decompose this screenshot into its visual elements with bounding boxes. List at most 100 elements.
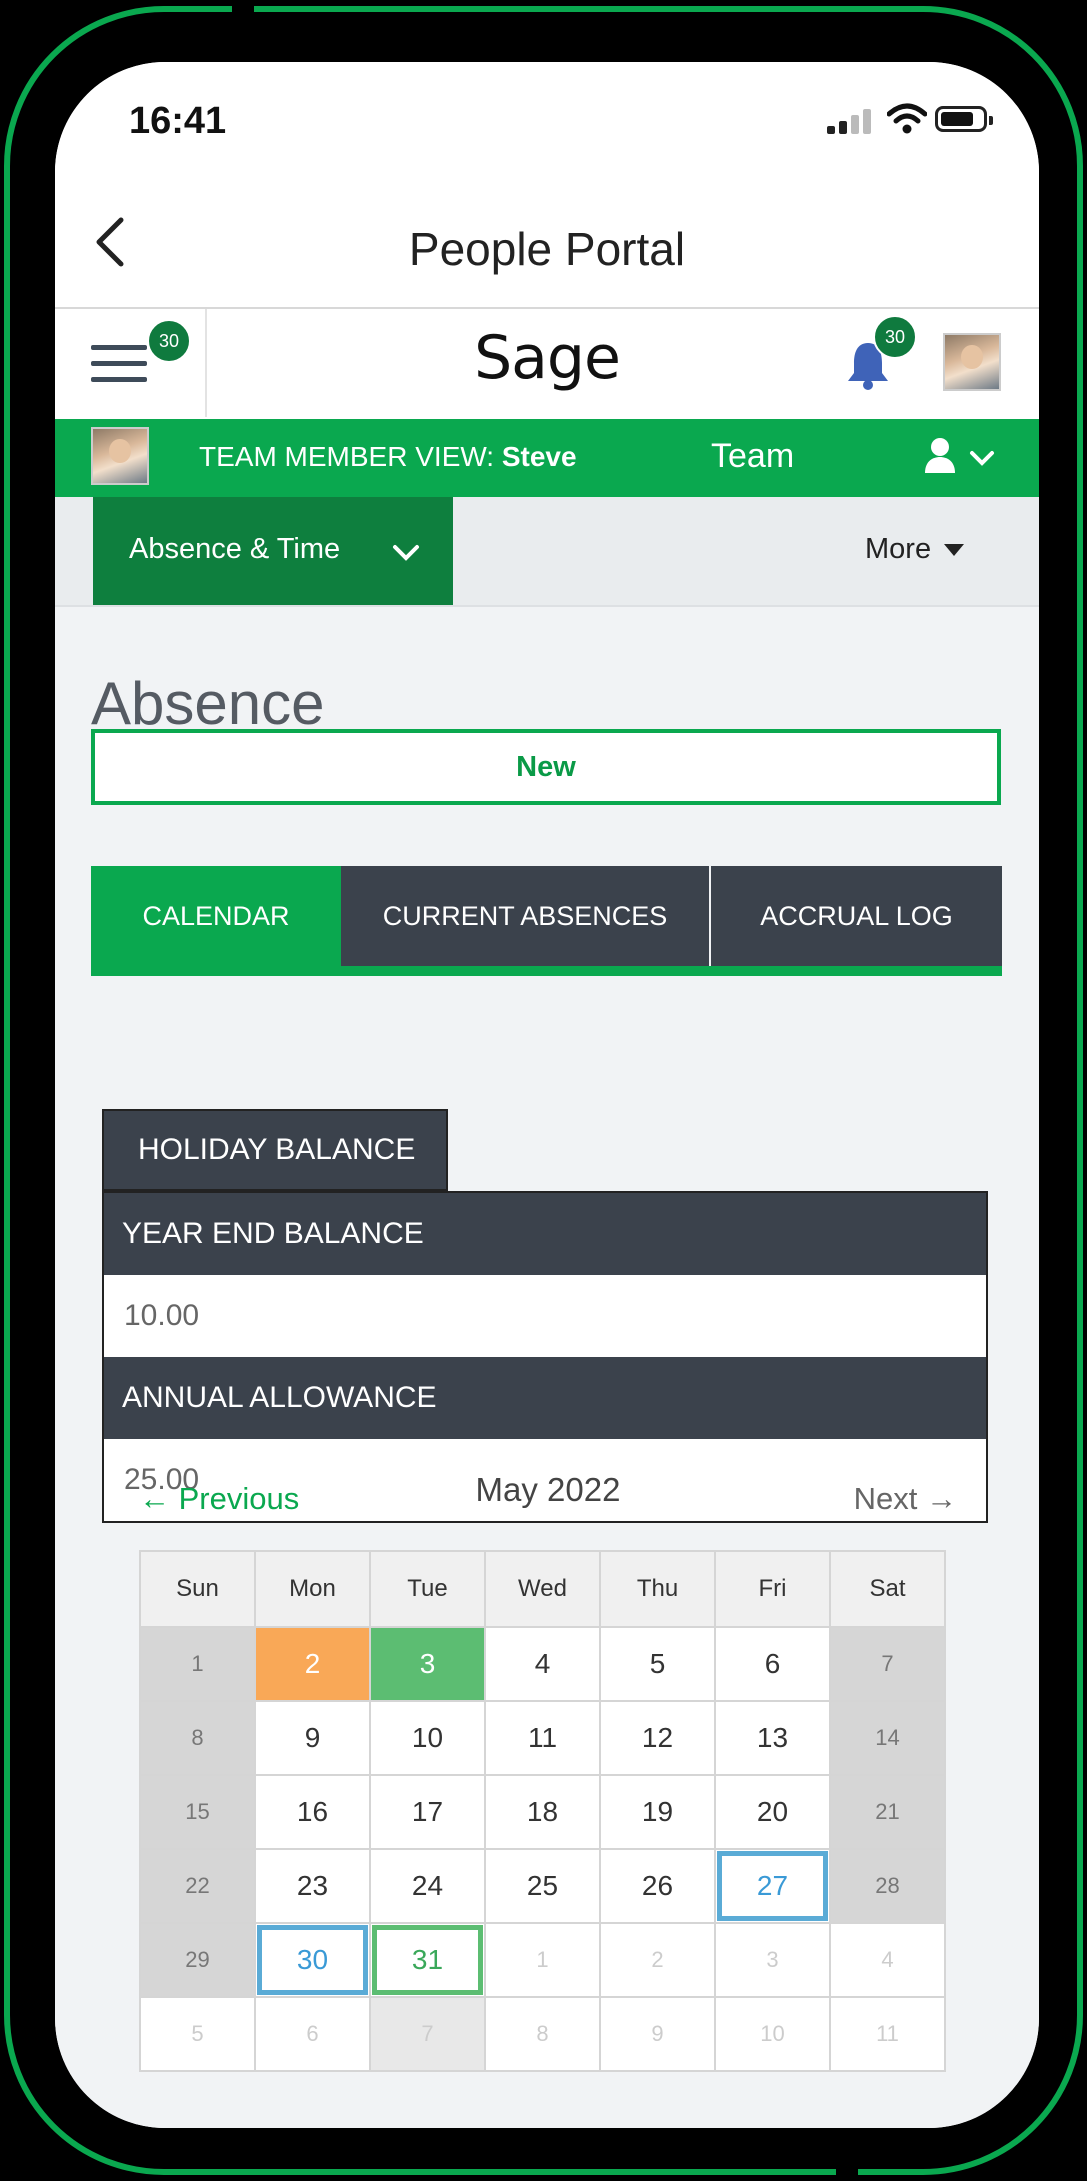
calendar-day[interactable]: 9 <box>254 1700 371 1776</box>
tab-accrual-log[interactable]: ACCRUAL LOG <box>711 866 1002 966</box>
user-menu[interactable] <box>923 437 995 480</box>
caret-down-icon <box>944 544 965 557</box>
calendar-day[interactable]: 28 <box>829 1848 946 1924</box>
absence-time-label: Absence & Time <box>129 533 341 565</box>
calendar-day[interactable]: 11 <box>829 1996 946 2072</box>
calendar-week-row: 5 6 7 8 9 10 11 <box>139 1996 946 2072</box>
person-icon <box>925 438 955 473</box>
calendar-day[interactable]: 10 <box>369 1700 486 1776</box>
absence-tabs: CALENDAR CURRENT ABSENCES ACCRUAL LOG <box>91 866 1002 976</box>
calendar-day[interactable]: 8 <box>484 1996 601 2072</box>
calendar-day[interactable]: 4 <box>484 1626 601 1702</box>
weekday-header: Sun <box>139 1550 256 1628</box>
calendar-day[interactable]: 6 <box>714 1626 831 1702</box>
calendar-day[interactable]: 2 <box>254 1626 371 1702</box>
tab-underline <box>91 966 1002 976</box>
calendar-day[interactable]: 21 <box>829 1774 946 1850</box>
tab-calendar[interactable]: CALENDAR <box>91 866 341 966</box>
calendar-day[interactable]: 17 <box>369 1774 486 1850</box>
year-end-balance-label: YEAR END BALANCE <box>104 1193 986 1275</box>
calendar-day[interactable]: 25 <box>484 1848 601 1924</box>
calendar-day[interactable]: 9 <box>599 1996 716 2072</box>
main-content: Absence New CALENDAR CURRENT ABSENCES AC… <box>55 607 1039 2128</box>
calendar-day[interactable]: 16 <box>254 1774 371 1850</box>
calendar-week-row: 8 9 10 11 12 13 14 <box>139 1700 946 1776</box>
holiday-balance-header: HOLIDAY BALANCE <box>102 1109 448 1191</box>
frame-gap <box>836 2160 858 2181</box>
calendar-day[interactable]: 15 <box>139 1774 256 1850</box>
chevron-down-icon <box>970 451 995 466</box>
calendar-week-row: 15 16 17 18 19 20 21 <box>139 1774 946 1850</box>
calendar-day[interactable]: 3 <box>369 1626 486 1702</box>
calendar-month: May 2022 <box>475 1471 621 1508</box>
status-bar: 16:41 <box>55 62 1039 182</box>
absence-time-dropdown[interactable]: Absence & Time <box>93 497 453 605</box>
weekday-header: Thu <box>599 1550 716 1628</box>
weekday-row: Sun Mon Tue Wed Thu Fri Sat <box>139 1550 946 1628</box>
calendar-day[interactable]: 3 <box>714 1922 831 1998</box>
year-end-balance-value: 10.00 <box>104 1275 986 1357</box>
calendar-day[interactable]: 1 <box>484 1922 601 1998</box>
calendar-day[interactable]: 2 <box>599 1922 716 1998</box>
team-link[interactable]: Team <box>711 437 794 476</box>
calendar-day[interactable]: 13 <box>714 1700 831 1776</box>
team-member-bar: TEAM MEMBER VIEW: Steve Team <box>55 419 1039 497</box>
avatar[interactable] <box>943 333 1001 391</box>
calendar-day[interactable]: 7 <box>369 1996 486 2072</box>
calendar-grid: Sun Mon Tue Wed Thu Fri Sat 1 2 3 4 5 6 7 8 9 10 1… <box>139 1550 946 2072</box>
weekday-header: Tue <box>369 1550 486 1628</box>
phone-screen: 16:41 People Portal 30 Sage 30 TEAM MEMB… <box>55 62 1039 2128</box>
weekday-header: Wed <box>484 1550 601 1628</box>
notification-badge: 30 <box>873 315 917 359</box>
nav-bar: People Portal <box>55 182 1039 309</box>
calendar-day[interactable]: 18 <box>484 1774 601 1850</box>
wifi-icon <box>887 103 927 134</box>
calendar-header: ← Previous May 2022 Next → <box>139 1467 957 1527</box>
calendar-day[interactable]: 10 <box>714 1996 831 2072</box>
weekday-header: Fri <box>714 1550 831 1628</box>
weekday-header: Sat <box>829 1550 946 1628</box>
status-time: 16:41 <box>129 100 227 142</box>
calendar-day[interactable]: 19 <box>599 1774 716 1850</box>
calendar-day[interactable]: 27 <box>714 1848 831 1924</box>
calendar-day[interactable]: 22 <box>139 1848 256 1924</box>
calendar-day[interactable]: 14 <box>829 1700 946 1776</box>
calendar-day[interactable]: 5 <box>599 1626 716 1702</box>
calendar-week-row: 22 23 24 25 26 27 28 <box>139 1848 946 1924</box>
weekday-header: Mon <box>254 1550 371 1628</box>
page-title: Absence <box>91 670 325 737</box>
team-member-avatar <box>91 427 149 485</box>
calendar-day[interactable]: 30 <box>254 1922 371 1998</box>
calendar-day[interactable]: 20 <box>714 1774 831 1850</box>
chevron-down-icon <box>393 545 419 561</box>
annual-allowance-label: ANNUAL ALLOWANCE <box>104 1357 986 1439</box>
tab-current-absences[interactable]: CURRENT ABSENCES <box>341 866 709 966</box>
calendar-day[interactable]: 23 <box>254 1848 371 1924</box>
calendar-day[interactable]: 6 <box>254 1996 371 2072</box>
more-menu[interactable]: More <box>865 533 965 566</box>
calendar-week-row: 1234567 <box>139 1626 946 1702</box>
calendar-day[interactable]: 29 <box>139 1922 256 1998</box>
calendar-day[interactable]: 5 <box>139 1996 256 2072</box>
calendar-day[interactable]: 26 <box>599 1848 716 1924</box>
more-label: More <box>865 533 932 565</box>
team-member-name: Steve <box>501 441 577 472</box>
next-month-link[interactable]: Next → <box>854 1481 957 1517</box>
nav-title: People Portal <box>408 223 686 275</box>
new-absence-button[interactable]: New <box>91 729 1001 805</box>
section-nav: Absence & Time More <box>55 497 1039 607</box>
signal-icon <box>827 108 877 134</box>
battery-icon <box>935 106 993 132</box>
calendar-day[interactable]: 12 <box>599 1700 716 1776</box>
calendar-day[interactable]: 31 <box>369 1922 486 1998</box>
calendar-day[interactable]: 24 <box>369 1848 486 1924</box>
calendar-day[interactable]: 7 <box>829 1626 946 1702</box>
view-label-text: TEAM MEMBER VIEW: <box>199 441 495 472</box>
sage-header: 30 Sage 30 <box>55 309 1039 417</box>
calendar-day[interactable]: 4 <box>829 1922 946 1998</box>
calendar-body: 1 2 3 4 5 6 7 8 9 10 11 12 13 14 15 16 17 18 19 20 21 22 23 24 2… <box>139 1626 946 2072</box>
calendar-day[interactable]: 11 <box>484 1700 601 1776</box>
calendar-day[interactable]: 8 <box>139 1700 256 1776</box>
calendar-week-row: 29 30 31 1 2 3 4 <box>139 1922 946 1998</box>
calendar-day[interactable]: 1 <box>139 1626 256 1702</box>
